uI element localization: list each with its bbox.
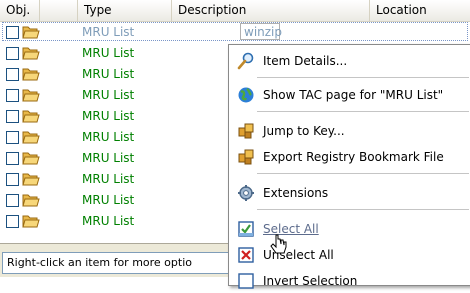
menu-separator xyxy=(257,209,469,210)
invert-selection-label: Invert Selection xyxy=(263,274,358,288)
folder-icon xyxy=(22,194,40,207)
table-row[interactable]: MRU List winzip xyxy=(0,22,470,43)
jump-to-key-label: Jump to Key... xyxy=(263,124,345,138)
row-type: MRU List xyxy=(82,25,135,39)
menu-extensions[interactable]: Extensions xyxy=(231,181,470,205)
status-text: Right-click an item for more optio xyxy=(2,252,234,274)
checkbox-x-icon xyxy=(238,247,254,263)
menu-separator xyxy=(257,111,469,112)
menu-invert-selection[interactable]: Invert Selection xyxy=(231,269,470,293)
registry-icon xyxy=(238,123,254,139)
invert-icon xyxy=(238,273,254,289)
column-obj[interactable]: Obj. xyxy=(0,0,40,21)
row-checkbox[interactable] xyxy=(6,215,19,228)
context-menu: Item Details... Show TAC page for "MRU L… xyxy=(228,44,470,289)
list-header: Obj. Type Description Location xyxy=(0,0,470,22)
gear-icon xyxy=(238,185,254,201)
row-type: MRU List xyxy=(82,172,135,186)
column-blank xyxy=(40,0,78,21)
row-type: MRU List xyxy=(82,193,135,207)
row-checkbox[interactable] xyxy=(6,173,19,186)
menu-jump-to-key[interactable]: Jump to Key... xyxy=(231,119,470,143)
row-checkbox[interactable] xyxy=(6,110,19,123)
menu-select-all[interactable]: Select All xyxy=(231,217,470,241)
row-type: MRU List xyxy=(82,130,135,144)
row-type: MRU List xyxy=(82,109,135,123)
menu-export-bookmark[interactable]: Export Registry Bookmark File xyxy=(231,145,470,169)
row-type: MRU List xyxy=(82,88,135,102)
folder-icon xyxy=(22,131,40,144)
row-type: MRU List xyxy=(82,46,135,60)
folder-icon xyxy=(22,89,40,102)
folder-icon xyxy=(22,110,40,123)
row-checkbox[interactable] xyxy=(6,26,19,39)
menu-separator xyxy=(257,173,469,174)
row-type: MRU List xyxy=(82,67,135,81)
folder-icon xyxy=(22,152,40,165)
column-location[interactable]: Location xyxy=(370,0,470,21)
menu-show-tac[interactable]: Show TAC page for "MRU List" xyxy=(231,83,470,107)
row-description: winzip xyxy=(244,25,283,39)
extensions-label: Extensions xyxy=(263,186,329,200)
row-checkbox[interactable] xyxy=(6,47,19,60)
export-bookmark-label: Export Registry Bookmark File xyxy=(263,150,444,164)
column-type[interactable]: Type xyxy=(78,0,172,21)
row-type: MRU List xyxy=(82,214,135,228)
item-details-label: Item Details... xyxy=(263,54,348,68)
menu-unselect-all[interactable]: Unselect All xyxy=(231,243,470,267)
folder-icon xyxy=(22,68,40,81)
row-checkbox[interactable] xyxy=(6,131,19,144)
folder-icon xyxy=(22,26,40,39)
column-description[interactable]: Description xyxy=(172,0,370,21)
menu-separator xyxy=(257,77,469,78)
checkbox-checked-icon xyxy=(238,221,254,237)
row-checkbox[interactable] xyxy=(6,89,19,102)
row-type: MRU List xyxy=(82,151,135,165)
registry-export-icon xyxy=(238,149,254,165)
row-checkbox[interactable] xyxy=(6,194,19,207)
globe-icon xyxy=(238,87,254,103)
magnifier-icon xyxy=(237,52,254,70)
folder-icon xyxy=(22,47,40,60)
folder-icon xyxy=(22,215,40,228)
row-checkbox[interactable] xyxy=(6,152,19,165)
selection-outline xyxy=(2,22,468,41)
mouse-cursor-icon xyxy=(270,234,287,254)
menu-item-details[interactable]: Item Details... xyxy=(231,49,470,73)
show-tac-label: Show TAC page for "MRU List" xyxy=(263,88,444,102)
folder-icon xyxy=(22,173,40,186)
row-checkbox[interactable] xyxy=(6,68,19,81)
